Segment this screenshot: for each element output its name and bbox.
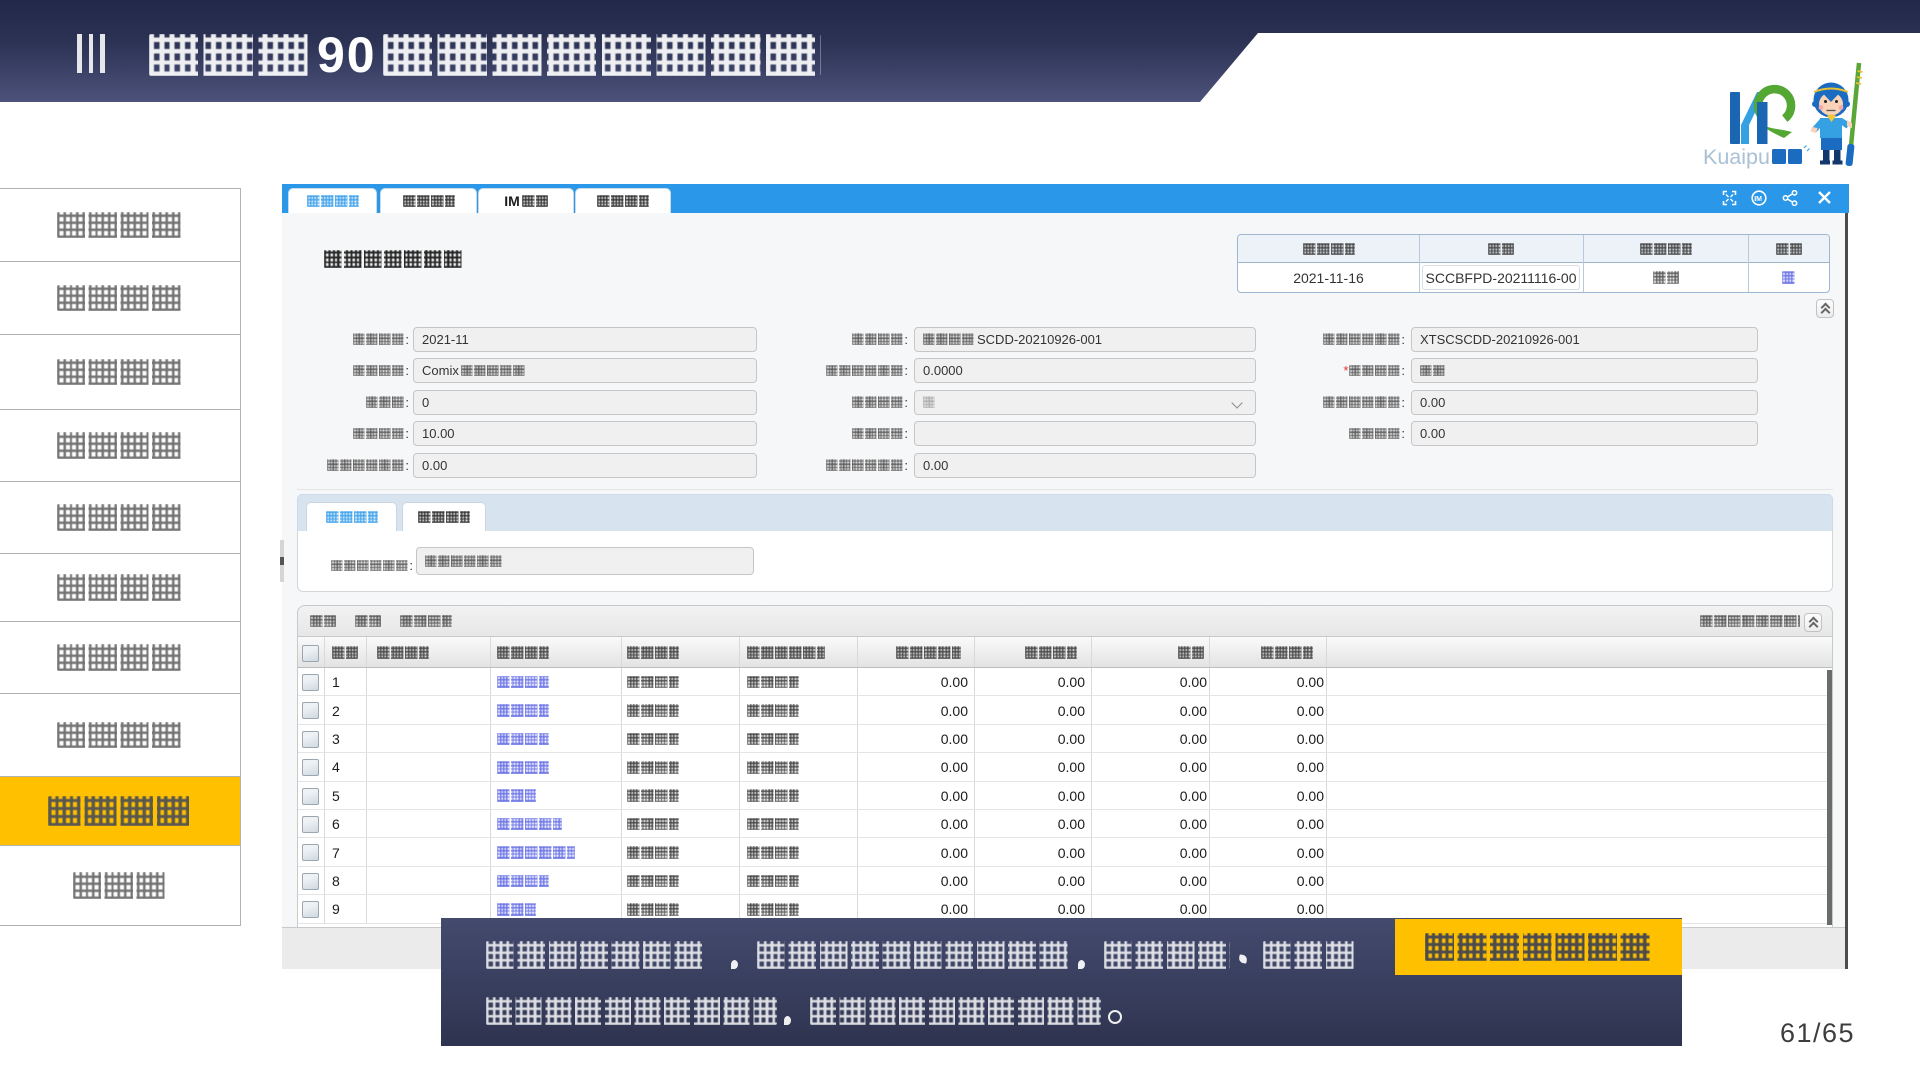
svg-text:IM: IM: [1754, 196, 1762, 203]
svg-text:Kuaipu: Kuaipu: [1703, 145, 1770, 169]
